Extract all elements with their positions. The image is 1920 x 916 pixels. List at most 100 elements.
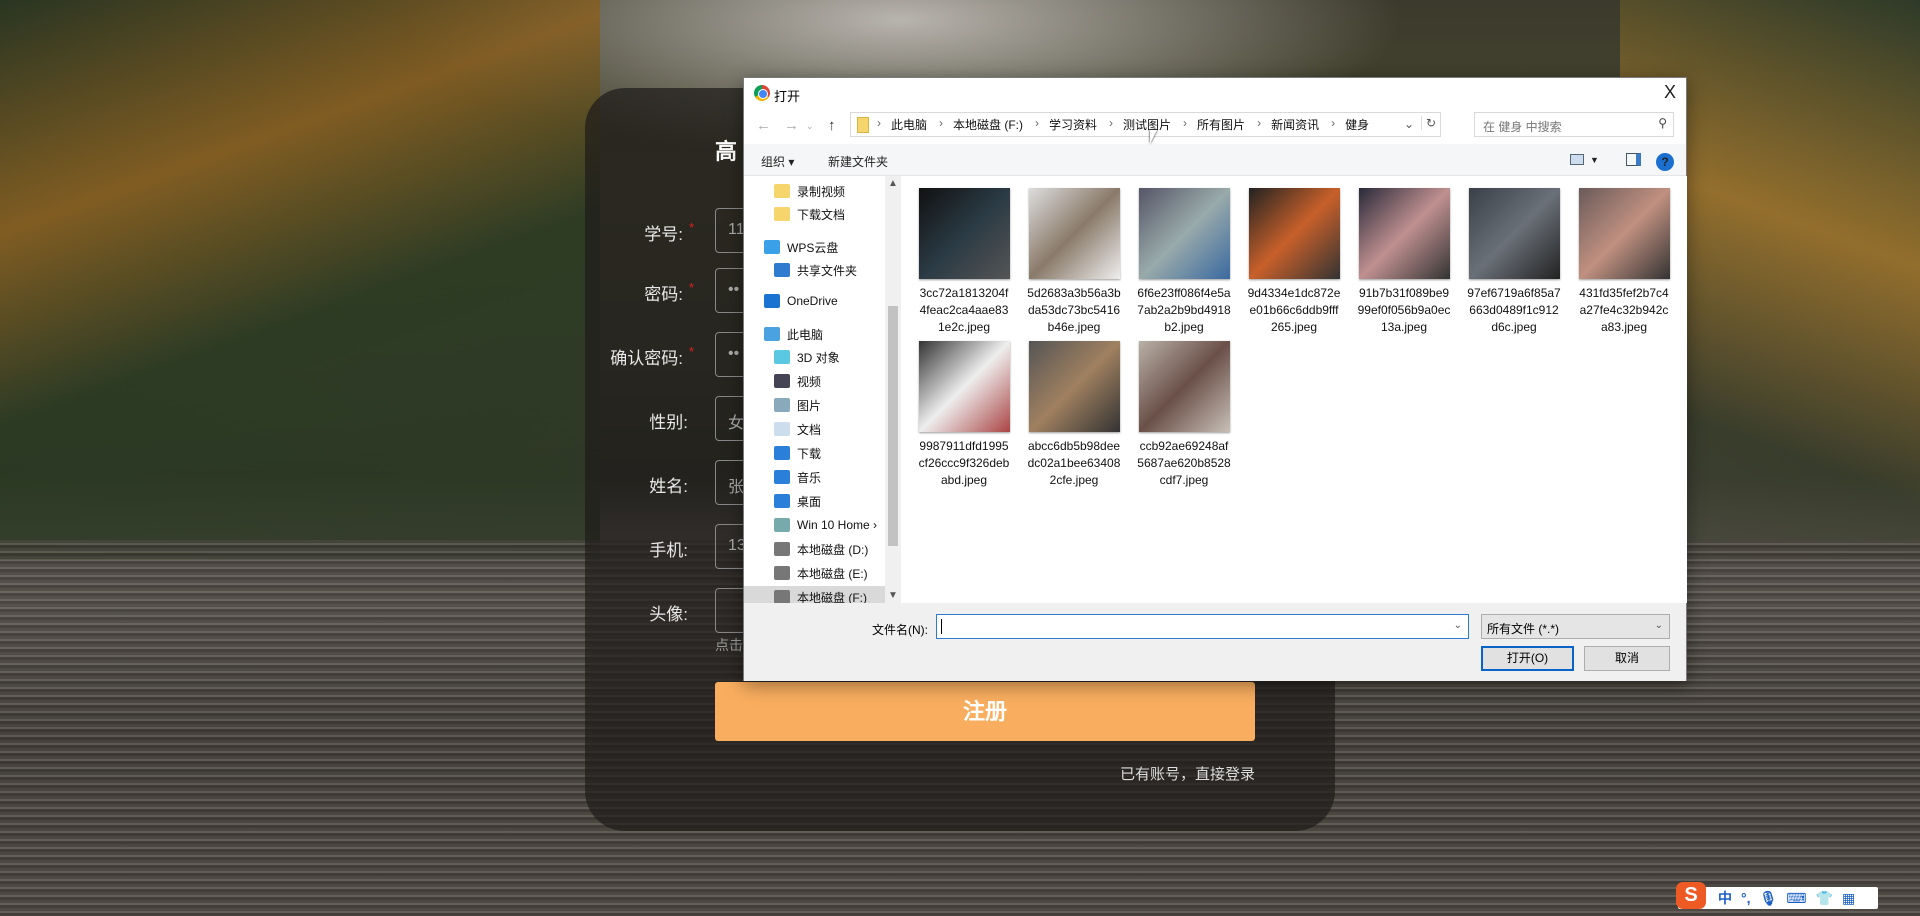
field-label: 学号: *	[494, 220, 694, 245]
keyboard-icon[interactable]: ⌨	[1786, 890, 1806, 907]
nav-item[interactable]: WPS云盘	[764, 236, 838, 258]
back-arrow-icon[interactable]: ←	[756, 117, 771, 134]
field-label: 姓名:	[494, 472, 694, 497]
address-bar[interactable]: › 此电脑 › 本地磁盘 (F:) › 学习资料 › 测试图片 › 所有图片 › 新闻资讯 › 健身 ⌄ …	[850, 112, 1441, 137]
view-options-icon[interactable]	[1570, 154, 1584, 165]
breadcrumb-item[interactable]: 测试图片	[1123, 116, 1171, 133]
nav-item-label: 视频	[797, 374, 822, 389]
chevron-down-icon[interactable]: ⌄	[1454, 620, 1462, 631]
folder-icon	[857, 116, 869, 133]
scrollbar-thumb[interactable]	[888, 306, 898, 546]
nav-item[interactable]: 音乐	[774, 466, 821, 488]
refresh-icon[interactable]: ↻	[1420, 116, 1436, 130]
nav-item[interactable]: 此电脑	[764, 323, 823, 345]
ime-punctuation[interactable]: °,	[1741, 890, 1751, 906]
file-item[interactable]: 5d2683a3b56a3bda53dc73bc5416b46e.jpeg	[1019, 188, 1129, 336]
organize-menu[interactable]: 组织 ▾	[761, 153, 794, 170]
file-item[interactable]: 6f6e23ff086f4e5a7ab2a2b9bd4918b2.jpeg	[1129, 188, 1239, 336]
file-name: 3cc72a1813204f4feac2ca4aae831e2c.jpeg	[919, 286, 1009, 334]
breadcrumb-item[interactable]: 本地磁盘 (F:)	[953, 116, 1023, 133]
file-list: 3cc72a1813204f4feac2ca4aae831e2c.jpeg 5d2…	[901, 176, 1687, 603]
nav-item[interactable]: 本地磁盘 (F:)	[744, 586, 885, 603]
label-text: 性别:	[649, 413, 688, 432]
nav-item[interactable]: OneDrive	[764, 290, 838, 312]
toolbox-icon[interactable]: ▦	[1842, 890, 1855, 907]
chevron-down-icon: ⌄	[1654, 620, 1663, 631]
chevron-down-icon[interactable]: ▼	[1590, 155, 1599, 165]
folder-icon	[774, 207, 790, 221]
filename-input[interactable]: ⌄	[936, 614, 1469, 639]
file-item[interactable]: 9987911dfd1995cf26ccc9f326debabd.jpeg	[909, 341, 1019, 489]
recent-dropdown-icon[interactable]: ⌄	[806, 121, 814, 132]
help-icon[interactable]: ?	[1656, 153, 1674, 171]
new-folder-button[interactable]: 新建文件夹	[828, 153, 888, 170]
search-icon: ⚲	[1658, 116, 1667, 130]
nav-item-label: Win 10 Home ›	[797, 518, 878, 532]
open-button[interactable]: 打开(O)	[1481, 646, 1574, 671]
nav-item[interactable]: 下载	[774, 442, 821, 464]
file-item[interactable]: 9d4334e1dc872ee01b66c6ddb9fff265.jpeg	[1239, 188, 1349, 336]
close-button[interactable]: X	[1664, 82, 1676, 103]
file-item[interactable]: ccb92ae69248af5687ae620b8528cdf7.jpeg	[1129, 341, 1239, 489]
nav-item[interactable]: 共享文件夹	[774, 259, 857, 281]
nav-item[interactable]: 文档	[774, 418, 821, 440]
scroll-down-icon[interactable]: ▼	[888, 590, 898, 601]
nav-item-label: OneDrive	[787, 294, 838, 308]
file-item[interactable]: 97ef6719a6f85a7663d0489f1c912d6c.jpeg	[1459, 188, 1569, 336]
label-text: 密码:	[644, 285, 683, 304]
register-button[interactable]: 注册	[715, 682, 1255, 741]
breadcrumb-separator-icon: ›	[1035, 116, 1040, 130]
nav-item[interactable]: 录制视频	[774, 180, 845, 202]
chevron-down-icon[interactable]: ⌄	[1404, 117, 1414, 131]
file-item[interactable]: 431fd35fef2b7c4a27fe4c32b942ca83.jpeg	[1569, 188, 1679, 336]
microphone-icon[interactable]: 🎙	[1760, 890, 1778, 907]
nav-item-label: 下载	[797, 446, 822, 461]
file-item[interactable]: 91b7b31f089be999ef0f056b9a0ec13a.jpeg	[1349, 188, 1459, 336]
up-arrow-icon[interactable]: ↑	[828, 117, 836, 134]
nav-item[interactable]: 本地磁盘 (D:)	[774, 538, 868, 560]
nav-scrollbar[interactable]: ▲ ▼	[885, 176, 901, 603]
cancel-button[interactable]: 取消	[1584, 646, 1670, 671]
file-type-value: 所有文件 (*.*)	[1487, 622, 1560, 636]
input-value: 女	[728, 415, 745, 432]
nav-item[interactable]: Win 10 Home ›	[774, 514, 877, 536]
nav-item[interactable]: 下载文档	[774, 203, 845, 225]
breadcrumb-item[interactable]: 健身	[1345, 116, 1369, 133]
forward-arrow-icon[interactable]: →	[784, 117, 799, 134]
file-item[interactable]: abcc6db5b98deedc02a1bee634082cfe.jpeg	[1019, 341, 1129, 489]
chrome-icon	[754, 85, 770, 101]
nav-item[interactable]: 视频	[774, 370, 821, 392]
breadcrumb-item[interactable]: 所有图片	[1197, 116, 1245, 133]
breadcrumb-item[interactable]: 学习资料	[1049, 116, 1097, 133]
nav-item-label: 图片	[797, 398, 822, 413]
cloud-icon	[764, 240, 780, 254]
file-type-select[interactable]: 所有文件 (*.*) ⌄	[1481, 614, 1670, 639]
file-item[interactable]: 3cc72a1813204f4feac2ca4aae831e2c.jpeg	[909, 188, 1019, 336]
field-label: 手机:	[494, 536, 694, 561]
file-name: abcc6db5b98deedc02a1bee634082cfe.jpeg	[1027, 439, 1121, 487]
scroll-up-icon[interactable]: ▲	[888, 178, 898, 189]
share-icon	[774, 263, 790, 277]
field-label: 密码: *	[494, 280, 694, 305]
preview-pane-icon[interactable]	[1626, 153, 1641, 166]
sogou-logo-icon[interactable]: S	[1676, 882, 1706, 909]
nav-item-label: 桌面	[797, 494, 822, 509]
skin-icon[interactable]: 👕	[1816, 890, 1833, 907]
nav-item[interactable]: 3D 对象	[774, 346, 840, 368]
image-thumbnail	[1248, 188, 1340, 279]
search-input[interactable]: 在 健身 中搜索 ⚲	[1474, 112, 1674, 137]
nav-item-label: 本地磁盘 (F:)	[797, 590, 867, 604]
breadcrumb-separator-icon: ›	[1183, 116, 1188, 130]
nav-item[interactable]: 图片	[774, 394, 821, 416]
nav-item[interactable]: 本地磁盘 (E:)	[774, 562, 868, 584]
login-link[interactable]: 已有账号，直接登录	[1100, 763, 1255, 784]
breadcrumb-item[interactable]: 此电脑	[891, 116, 927, 133]
label-text: 姓名:	[649, 477, 688, 496]
input-value: ••	[728, 345, 740, 362]
nav-item[interactable]: 桌面	[774, 490, 821, 512]
nav-item-label: 本地磁盘 (E:)	[797, 566, 868, 581]
picture-icon	[774, 398, 790, 412]
ime-mode[interactable]: 中	[1718, 888, 1732, 908]
breadcrumb-item[interactable]: 新闻资讯	[1271, 116, 1319, 133]
nav-item-label: 下载文档	[797, 207, 846, 222]
